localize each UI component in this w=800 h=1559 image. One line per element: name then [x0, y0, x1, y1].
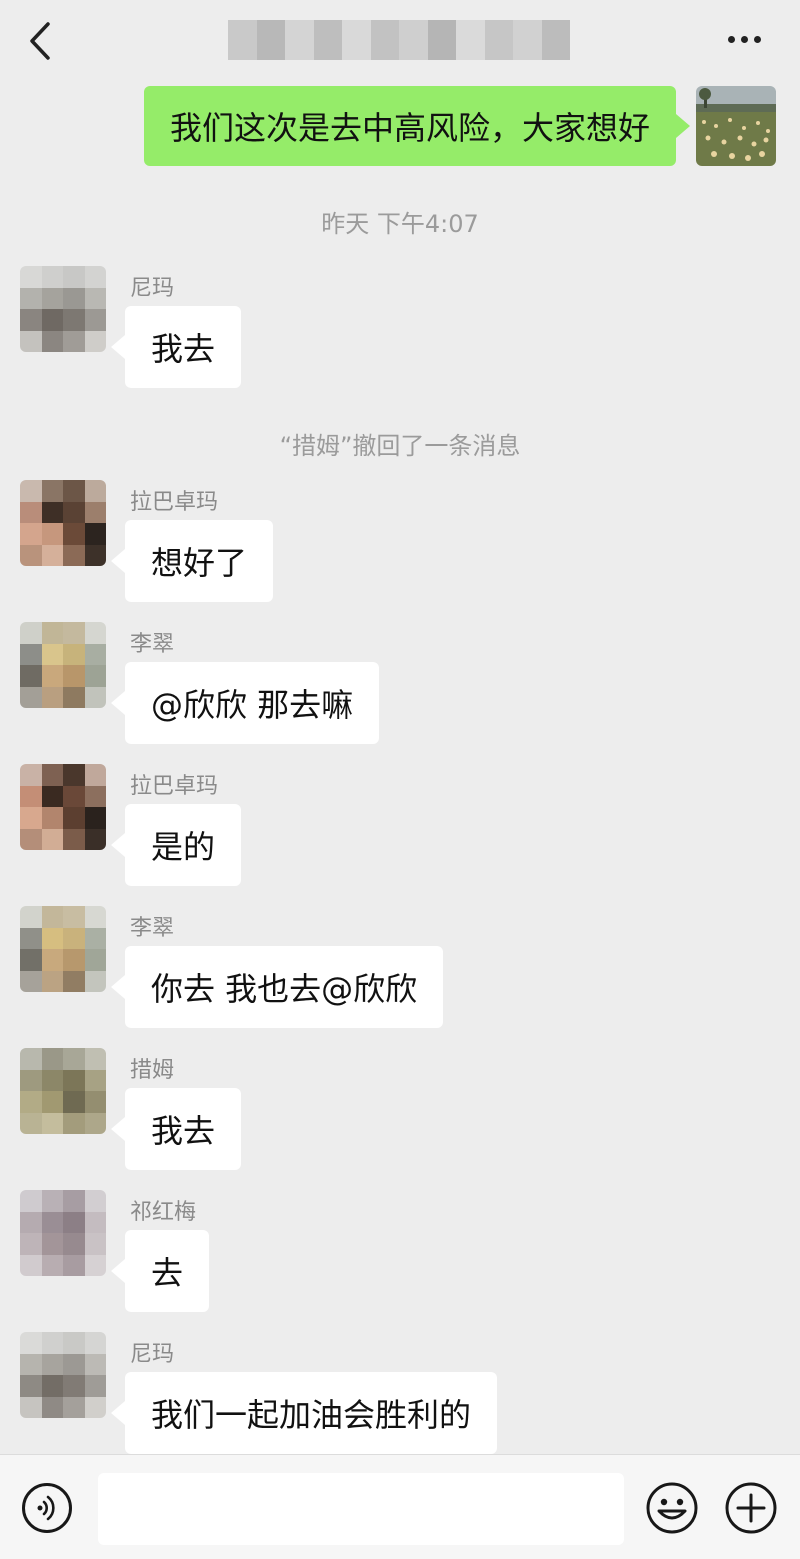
my-message-bubble: 我们这次是去中高风险，大家想好 [143, 86, 691, 166]
message-item: 措姆 我去 [0, 1048, 800, 1188]
avatar[interactable] [20, 1190, 106, 1276]
message-bubble: @欣欣 那去嘛 [110, 662, 380, 744]
more-dots-icon [727, 35, 735, 43]
avatar[interactable] [20, 764, 106, 850]
avatar[interactable] [20, 1332, 106, 1418]
avatar[interactable] [20, 906, 106, 992]
message-item: 尼玛 我们一起加油会胜利的 [0, 1332, 800, 1454]
landscape-avatar-image [696, 86, 776, 166]
avatar[interactable] [20, 622, 106, 708]
recall-notice: “措姆”撤回了一条消息 [279, 432, 521, 460]
message-bubble: 你去 我也去@欣欣 [110, 946, 444, 1028]
message-bubble: 我去 [110, 306, 242, 388]
message-list[interactable]: 我们这次是去中高风险，大家想好 昨天 下午4:07 尼玛 我去 “措姆”撤回了一… [0, 84, 800, 1454]
message-item: 尼玛 我去 [0, 266, 800, 406]
sender-name: 李翠 [130, 916, 175, 941]
sender-name: 祁红梅 [130, 1200, 197, 1225]
sender-name: 尼玛 [130, 1342, 175, 1367]
sender-name: 李翠 [130, 632, 175, 657]
emoji-icon [646, 1482, 698, 1534]
avatar[interactable] [20, 1048, 106, 1134]
message-item: 拉巴卓玛 想好了 [0, 480, 800, 620]
more-dot [740, 35, 748, 43]
chevron-left-icon [30, 22, 50, 60]
avatar[interactable] [20, 266, 106, 352]
timestamp: 昨天 下午4:07 [321, 210, 479, 238]
avatar[interactable] [20, 480, 106, 566]
message-item: 李翠 你去 我也去@欣欣 [0, 906, 800, 1046]
message-bubble: 我们一起加油会胜利的 [110, 1372, 498, 1454]
message-bubble: 去 [110, 1230, 210, 1312]
message-input[interactable] [98, 1473, 624, 1545]
more-dot [753, 35, 761, 43]
sender-name: 尼玛 [130, 276, 175, 301]
sender-name: 措姆 [130, 1058, 175, 1083]
more-button[interactable] [718, 24, 770, 54]
message-bubble: 是的 [110, 804, 242, 886]
chat-title-obscured [228, 20, 570, 60]
emoji-button[interactable] [645, 1481, 699, 1535]
plus-icon [725, 1482, 777, 1534]
voice-icon [37, 1495, 55, 1521]
my-avatar[interactable] [696, 86, 776, 166]
back-button[interactable] [22, 18, 62, 64]
message-bubble: 我去 [110, 1088, 242, 1170]
message-item: 李翠 @欣欣 那去嘛 [0, 622, 800, 762]
sender-name: 拉巴卓玛 [130, 774, 219, 799]
sender-name: 拉巴卓玛 [130, 490, 219, 515]
message-item: 祁红梅 去 [0, 1190, 800, 1330]
voice-button[interactable] [22, 1483, 72, 1533]
plus-button[interactable] [724, 1481, 778, 1535]
input-bar [0, 1454, 800, 1559]
message-item: 拉巴卓玛 是的 [0, 764, 800, 904]
message-bubble: 想好了 [110, 520, 274, 602]
chat-header [0, 0, 800, 84]
